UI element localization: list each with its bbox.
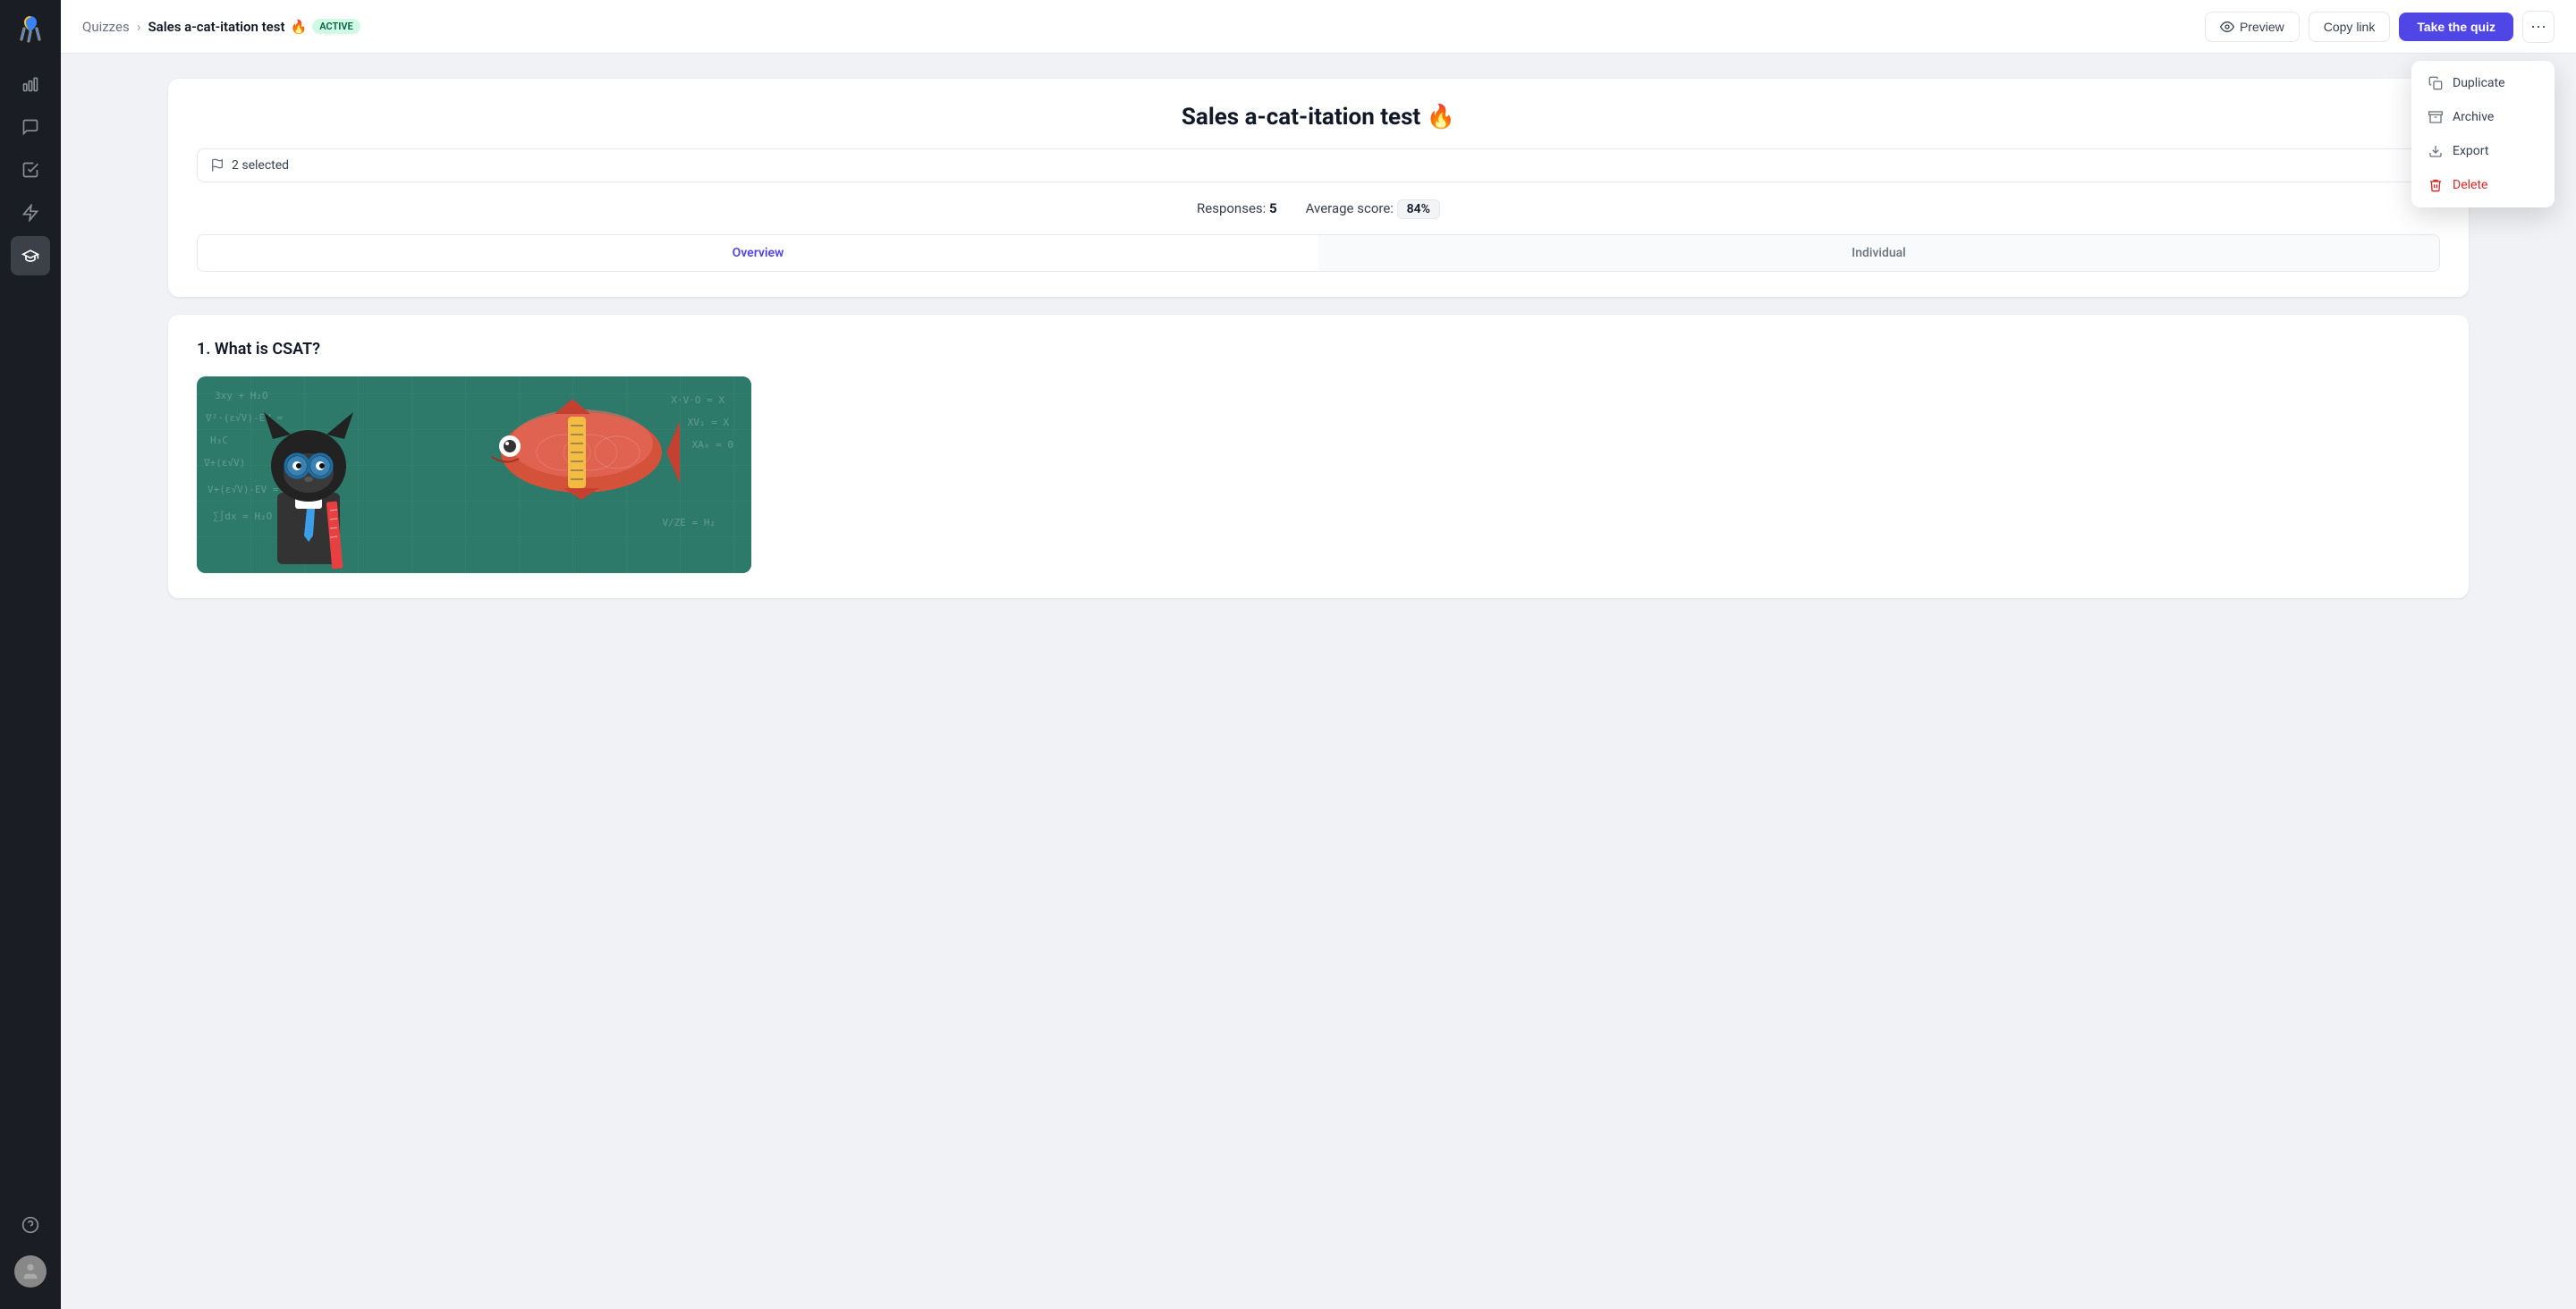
- tabs-row: Overview Individual: [197, 234, 2440, 272]
- trash-icon: [2428, 177, 2444, 193]
- score-badge: 84%: [1397, 199, 1440, 219]
- math-text-10: V/ZE = H₂: [662, 517, 716, 528]
- sidebar-item-chat[interactable]: [11, 107, 50, 147]
- header-actions: Preview Copy link Take the quiz ···: [2205, 11, 2555, 43]
- sidebar-item-analytics[interactable]: [11, 64, 50, 104]
- dropdown-menu: Duplicate Archive Export Delete: [2411, 61, 2555, 207]
- breadcrumb-parent[interactable]: Quizzes: [82, 19, 130, 35]
- responses-label: Responses: 5: [1197, 200, 1277, 216]
- ellipsis-icon: ···: [2530, 17, 2546, 36]
- header: Quizzes › Sales a-cat-itation test 🔥 Act…: [61, 0, 2576, 54]
- archive-icon: [2428, 109, 2444, 125]
- download-icon: [2428, 143, 2444, 159]
- flame-emoji: 🔥: [291, 19, 308, 35]
- more-options-button[interactable]: ···: [2522, 11, 2555, 43]
- quiz-overview-card: Sales a-cat-itation test 🔥 2 selected Re…: [168, 79, 2469, 297]
- main-content: Quizzes › Sales a-cat-itation test 🔥 Act…: [61, 0, 2576, 1309]
- sidebar-bottom: [11, 1205, 50, 1298]
- filter-left: 2 selected: [210, 158, 289, 173]
- quiz-card-title: Sales a-cat-itation test 🔥: [197, 104, 2440, 131]
- question-title: 1. What is CSAT?: [197, 340, 2440, 359]
- filter-label: 2 selected: [232, 158, 289, 173]
- question-card: 1. What is CSAT? 3xy + H₂O ∇²·(ε√V)-EV =…: [168, 315, 2469, 598]
- sidebar-nav: [11, 64, 50, 1205]
- sidebar-item-bolt[interactable]: [11, 193, 50, 232]
- dropdown-item-export[interactable]: Export: [2417, 134, 2549, 168]
- sidebar: [0, 0, 61, 1309]
- archive-label: Archive: [2453, 110, 2494, 124]
- math-text-4: ∇+(ε√V): [204, 457, 245, 469]
- math-text-8: XV₁ = X: [688, 417, 729, 428]
- take-quiz-button[interactable]: Take the quiz: [2399, 13, 2513, 41]
- export-label: Export: [2453, 144, 2488, 158]
- content-area: Sales a-cat-itation test 🔥 2 selected Re…: [61, 54, 2576, 1309]
- cat-illustration: [250, 394, 367, 573]
- active-badge: Active: [312, 19, 360, 34]
- math-text-3: H₃C: [210, 435, 228, 446]
- sidebar-item-tasks[interactable]: [11, 150, 50, 190]
- math-text-9: XA₀ = 0: [692, 439, 733, 451]
- copy-icon: [2428, 75, 2444, 91]
- preview-button[interactable]: Preview: [2205, 12, 2300, 42]
- stats-row: Responses: 5 Average score: 84%: [197, 200, 2440, 216]
- avatar: [14, 1255, 47, 1288]
- breadcrumb-separator: ›: [137, 18, 141, 35]
- dropdown-item-archive[interactable]: Archive: [2417, 100, 2549, 134]
- flag-icon: [210, 158, 225, 173]
- tab-individual[interactable]: Individual: [1318, 235, 2439, 271]
- duplicate-label: Duplicate: [2453, 76, 2505, 90]
- question-image: 3xy + H₂O ∇²·(ε√V)-EV = H₃C ∇+(ε√V) V+(ε…: [197, 376, 751, 573]
- quiz-name: Sales a-cat-itation test: [148, 19, 285, 35]
- eye-icon: [2220, 20, 2234, 34]
- chalkboard-bg: 3xy + H₂O ∇²·(ε√V)-EV = H₃C ∇+(ε√V) V+(ε…: [197, 376, 751, 573]
- tab-overview[interactable]: Overview: [198, 235, 1318, 271]
- dropdown-item-duplicate[interactable]: Duplicate: [2417, 66, 2549, 100]
- avg-score-label: Average score: 84%: [1306, 200, 1440, 216]
- sidebar-item-learn[interactable]: [11, 236, 50, 275]
- dropdown-item-delete[interactable]: Delete: [2417, 168, 2549, 202]
- breadcrumb-current: Sales a-cat-itation test 🔥 Active: [148, 19, 360, 35]
- sidebar-item-help[interactable]: [11, 1205, 50, 1245]
- sidebar-item-avatar[interactable]: [11, 1252, 50, 1291]
- copy-link-button[interactable]: Copy link: [2309, 12, 2391, 42]
- breadcrumb: Quizzes › Sales a-cat-itation test 🔥 Act…: [82, 18, 360, 35]
- fish-illustration: [483, 394, 680, 502]
- delete-label: Delete: [2453, 178, 2487, 192]
- app-logo: [13, 11, 48, 46]
- filter-dropdown[interactable]: 2 selected: [197, 148, 2440, 182]
